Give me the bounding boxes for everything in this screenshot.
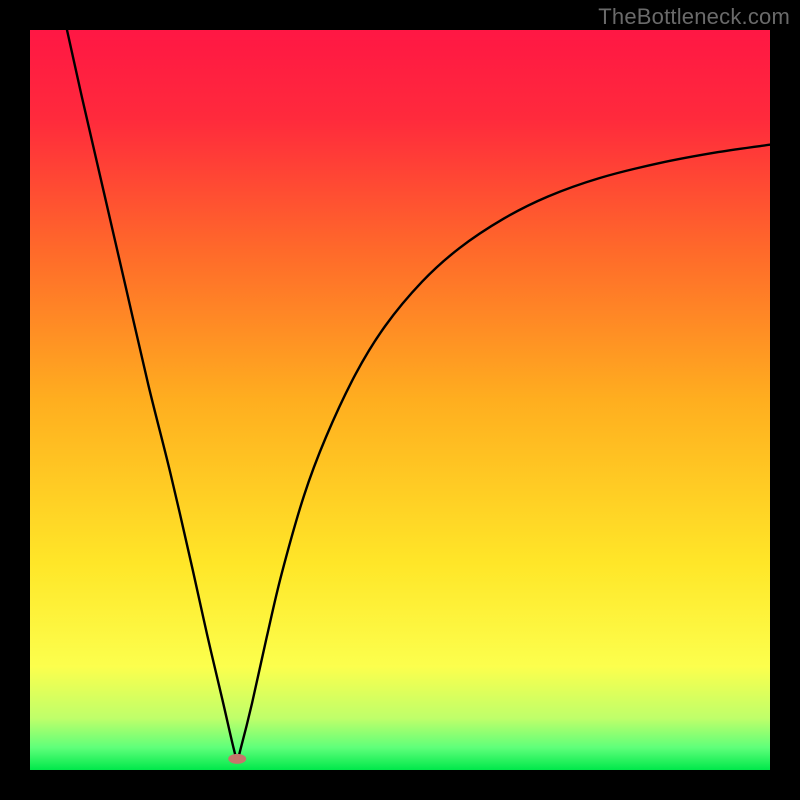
chart-plot	[30, 30, 770, 770]
chart-frame: TheBottleneck.com	[0, 0, 800, 800]
curve-minimum-marker	[228, 754, 246, 764]
watermark-text: TheBottleneck.com	[598, 4, 790, 30]
chart-background	[30, 30, 770, 770]
